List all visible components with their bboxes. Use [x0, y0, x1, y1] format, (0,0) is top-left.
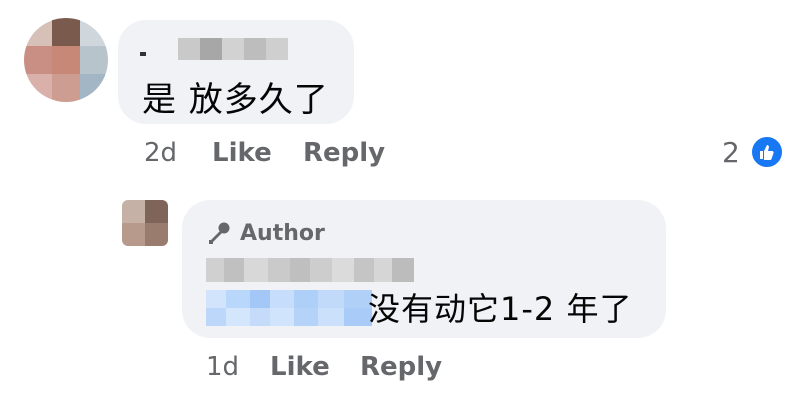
blur-block [310, 258, 332, 282]
blur-block [140, 52, 146, 56]
blur-block [332, 258, 354, 282]
like-button[interactable]: Like [212, 138, 272, 168]
avatar-pixel [24, 46, 52, 74]
author-badge: Author [206, 220, 325, 246]
blur-block [206, 308, 226, 326]
reply-reply-button[interactable]: Reply [360, 352, 442, 382]
avatar-pixel [80, 46, 108, 74]
blur-block [224, 258, 244, 282]
author-badge-label: Author [240, 220, 325, 246]
blur-block [222, 38, 244, 60]
blur-block [206, 290, 226, 308]
avatar-pixel [122, 200, 145, 223]
blur-block [268, 258, 290, 282]
reaction-count[interactable]: 2 [722, 136, 740, 169]
blur-block [206, 258, 224, 282]
avatar-pixel [80, 74, 108, 102]
blur-block [290, 258, 310, 282]
avatar[interactable] [24, 18, 108, 102]
blur-block [226, 290, 250, 308]
avatar-pixel [145, 223, 168, 246]
blurred-reply-author-name[interactable] [206, 258, 416, 284]
blur-block [266, 38, 288, 60]
blur-block [374, 258, 392, 282]
avatar-pixel [52, 46, 80, 74]
avatar-pixel [145, 200, 168, 223]
blur-block [178, 38, 200, 60]
avatar-pixel [24, 74, 52, 102]
blur-block [250, 290, 270, 308]
blur-block [270, 308, 294, 326]
blur-block [270, 290, 294, 308]
avatar-pixel [80, 18, 108, 46]
blur-block [318, 290, 344, 308]
thumbs-up-icon[interactable] [750, 135, 784, 169]
blur-block [250, 308, 270, 326]
blurred-mention[interactable] [206, 290, 372, 326]
blur-block [294, 308, 318, 326]
blur-block [294, 290, 318, 308]
reply-bubble: Author 没有动它1-2 年了 [182, 200, 666, 338]
avatar-pixel [24, 18, 52, 46]
reply-button[interactable]: Reply [303, 138, 385, 168]
comment-text: 是 放多久了 [142, 80, 329, 120]
blur-block [226, 308, 250, 326]
avatar-pixel [122, 223, 145, 246]
blur-block [354, 258, 374, 282]
avatar-pixel [52, 74, 80, 102]
reply-like-button[interactable]: Like [270, 352, 330, 382]
blur-block [244, 38, 266, 60]
blur-block [200, 38, 222, 60]
microphone-icon [209, 222, 230, 244]
avatar-pixel [52, 18, 80, 46]
blur-block [392, 258, 414, 282]
reply-avatar[interactable] [122, 200, 168, 246]
blur-block [318, 308, 344, 326]
reply-text: 没有动它1-2 年了 [368, 290, 633, 328]
comment-timestamp[interactable]: 2d [144, 138, 177, 168]
reply-timestamp[interactable]: 1d [206, 352, 239, 382]
blur-block [244, 258, 268, 282]
comment-bubble: 是 放多久了 [118, 20, 354, 124]
